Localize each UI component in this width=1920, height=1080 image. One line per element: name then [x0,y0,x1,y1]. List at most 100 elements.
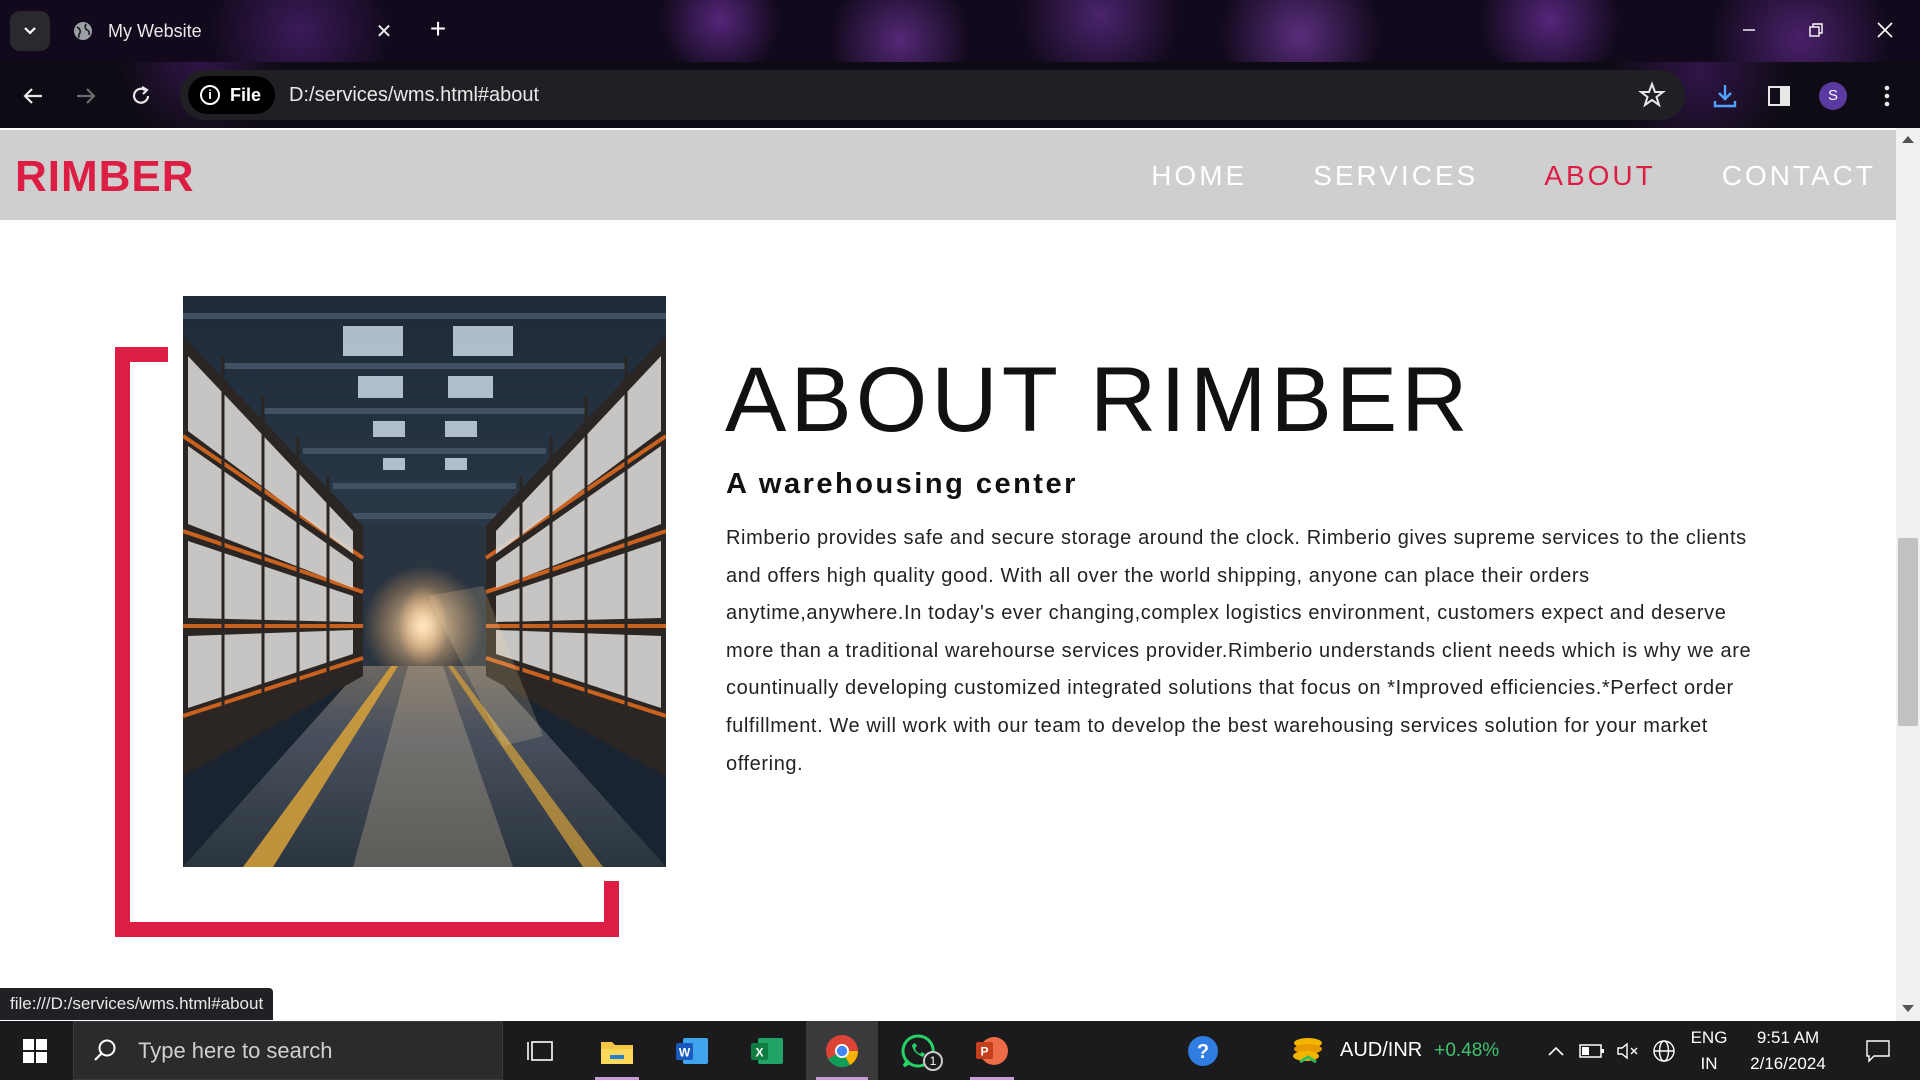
start-button[interactable] [0,1021,70,1080]
menu-button[interactable] [1870,79,1904,113]
url-text[interactable]: D:/services/wms.html#about [289,84,1637,107]
clock-button[interactable]: 9:51 AM 2/16/2024 [1738,1021,1838,1080]
arrow-left-icon [23,88,42,104]
tab-search-button[interactable] [10,11,50,51]
ticker-change: +0.48% [1434,1039,1500,1061]
input-language-button[interactable]: ENG IN [1684,1021,1734,1080]
chrome-icon [826,1034,859,1067]
back-button[interactable] [13,76,53,116]
search-icon [94,1039,116,1061]
browser-tab-active[interactable]: My Website ✕ [60,8,408,54]
restore-icon [1809,23,1823,37]
market-ticker-widget[interactable]: AUD/INR +0.48% [1290,1021,1520,1080]
svg-text:P: P [980,1044,988,1058]
minimize-button[interactable] [1726,10,1772,50]
scrollbar-thumb[interactable] [1898,538,1918,726]
network-button[interactable] [1648,1021,1680,1080]
speaker-muted-icon [1617,1042,1638,1059]
task-view-button[interactable] [515,1021,565,1080]
notification-icon [1866,1039,1890,1063]
nav-services[interactable]: SERVICES [1313,160,1478,192]
chip-label: File [230,84,262,105]
restore-button[interactable] [1793,10,1839,50]
globe-network-icon [1653,1039,1675,1062]
about-title: ABOUT RIMBER [725,349,1472,451]
reload-button[interactable] [121,76,161,116]
side-panel-button[interactable] [1762,79,1796,113]
word-icon: W [676,1037,708,1064]
clock-time: 9:51 AM [1756,1027,1820,1047]
folder-icon [601,1041,633,1064]
reload-icon [132,86,150,104]
forward-button[interactable] [66,76,106,116]
powerpoint-icon: P [976,1036,1008,1065]
svg-text:X: X [755,1045,763,1059]
excel-app[interactable]: X [737,1021,797,1080]
address-bar[interactable]: i File D:/services/wms.html#about [180,70,1685,120]
volume-button[interactable] [1612,1021,1644,1080]
taskbar-search[interactable]: Type here to search [73,1021,503,1080]
svg-text:?: ? [1197,1041,1209,1063]
minimize-icon [1743,29,1755,31]
taskbar: Type here to search W X 1 P ? AUD/INR +0… [0,1021,1920,1080]
show-hidden-icons-button[interactable] [1540,1021,1572,1080]
web-page: RIMBER HOME SERVICES ABOUT CONTACT ABOUT… [0,128,1920,1021]
notification-badge: 1 [923,1051,943,1071]
chevron-up-icon [1548,1046,1564,1056]
svg-text:W: W [679,1045,691,1059]
notification-center-button[interactable] [1848,1021,1908,1080]
new-tab-button[interactable]: + [420,12,456,48]
warehouse-image [183,296,666,867]
windows-logo-icon [23,1038,47,1063]
language-code: ENG [1690,1027,1728,1047]
search-placeholder: Type here to search [138,1037,333,1063]
powerpoint-app[interactable]: P [962,1021,1022,1080]
word-app[interactable]: W [662,1021,722,1080]
avatar: S [1819,82,1847,110]
bookmark-star-icon[interactable] [1637,80,1667,110]
task-view-icon [527,1040,553,1061]
close-window-button[interactable] [1862,10,1908,50]
status-bar-url: file:///D:/services/wms.html#about [0,988,274,1020]
battery-button[interactable] [1576,1021,1608,1080]
chevron-down-icon [24,27,36,35]
chrome-app[interactable] [806,1021,878,1080]
tab-title: My Website [108,20,202,41]
site-header: RIMBER HOME SERVICES ABOUT CONTACT [0,130,1896,220]
site-logo[interactable]: RIMBER [15,152,195,202]
profile-button[interactable]: S [1816,79,1850,113]
close-icon [1877,22,1893,38]
kebab-menu-icon [1884,85,1890,107]
scroll-up-arrow[interactable] [1902,136,1914,143]
language-region: IN [1700,1053,1718,1073]
help-icon: ? [1188,1035,1218,1066]
about-body: Rimberio provides safe and secure storag… [726,527,1752,775]
browser-titlebar: My Website ✕ + [0,0,1920,62]
get-help-button[interactable]: ? [1178,1021,1228,1080]
browser-toolbar: i File D:/services/wms.html#about S [0,62,1920,128]
close-tab-icon[interactable]: ✕ [372,19,396,44]
battery-icon [1579,1043,1604,1058]
site-nav: HOME SERVICES ABOUT CONTACT [1085,160,1876,192]
info-icon: i [200,85,220,105]
site-info-chip[interactable]: i File [188,76,276,114]
excel-icon: X [751,1037,783,1064]
scroll-down-arrow[interactable] [1902,1005,1914,1012]
about-subtitle: A warehousing center [726,468,1078,500]
coin-stack-icon [1293,1037,1322,1063]
file-explorer-app[interactable] [587,1021,647,1080]
arrow-right-icon [77,88,96,104]
globe-icon [74,22,92,40]
download-icon [1713,85,1737,108]
frame-bracket-bottom [115,922,619,937]
whatsapp-app[interactable]: 1 [888,1021,948,1080]
frame-bracket-left [115,347,130,937]
downloads-button[interactable] [1708,79,1742,113]
ticker-name: AUD/INR [1340,1039,1423,1061]
clock-date: 2/16/2024 [1750,1053,1826,1073]
nav-about[interactable]: ABOUT [1544,160,1655,192]
nav-home[interactable]: HOME [1151,160,1247,192]
frame-bracket-right [604,881,619,937]
side-panel-icon [1768,86,1790,106]
nav-contact[interactable]: CONTACT [1722,160,1876,192]
